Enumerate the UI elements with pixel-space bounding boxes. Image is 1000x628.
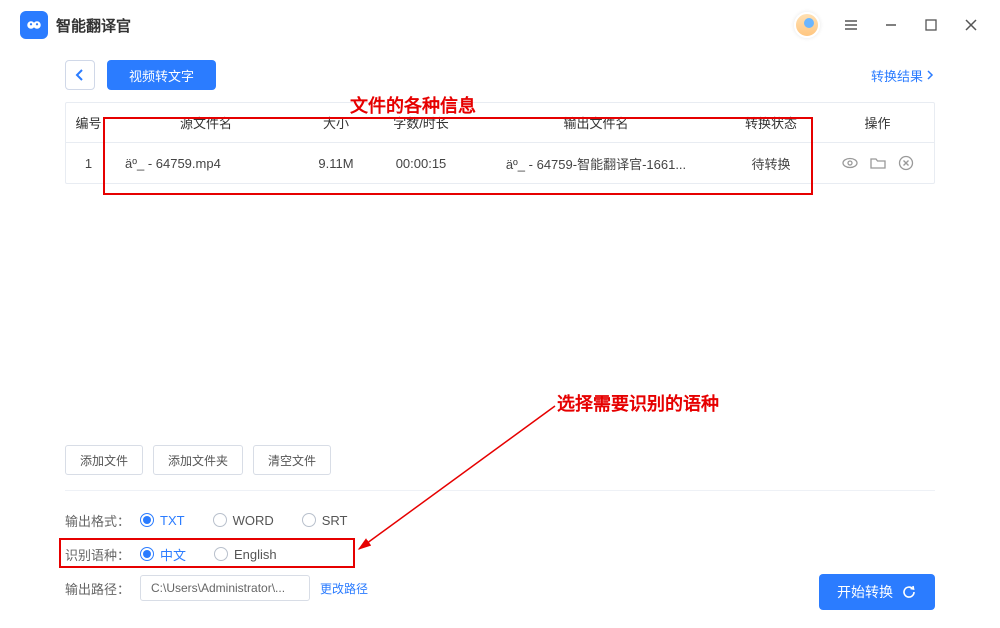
lang-label: 识别语种： — [65, 545, 140, 564]
cell-index: 1 — [66, 156, 111, 171]
language-row: 识别语种： 中文 English — [65, 537, 935, 571]
format-word-radio[interactable]: WORD — [213, 513, 274, 528]
preview-icon[interactable] — [841, 154, 859, 172]
th-index: 编号 — [66, 113, 111, 132]
back-button[interactable] — [65, 60, 95, 90]
th-output: 输出文件名 — [471, 113, 721, 132]
annotation-select-lang: 选择需要识别的语种 — [557, 390, 719, 416]
file-table: 编号 源文件名 大小 字数/时长 输出文件名 转换状态 操作 1 äº_ - 6… — [65, 102, 935, 184]
add-file-button[interactable]: 添加文件 — [65, 445, 143, 475]
menu-icon[interactable] — [842, 16, 860, 34]
table-header: 编号 源文件名 大小 字数/时长 输出文件名 转换状态 操作 — [66, 103, 934, 143]
cell-output: äº_ - 64759-智能翻译官-1661... — [471, 154, 721, 173]
results-link[interactable]: 转换结果 — [871, 66, 935, 85]
start-label: 开始转换 — [837, 582, 893, 602]
add-folder-button[interactable]: 添加文件夹 — [153, 445, 243, 475]
app-logo — [20, 11, 48, 39]
th-source: 源文件名 — [111, 113, 301, 132]
path-display[interactable]: C:\Users\Administrator\... — [140, 575, 310, 601]
start-convert-button[interactable]: 开始转换 — [819, 574, 935, 610]
divider — [65, 490, 935, 491]
refresh-icon — [901, 584, 917, 600]
mode-button[interactable]: 视频转文字 — [107, 60, 216, 90]
cell-duration: 00:00:15 — [371, 156, 471, 171]
cell-status: 待转换 — [721, 154, 821, 173]
format-label: 输出格式： — [65, 511, 140, 530]
cell-source: äº_ - 64759.mp4 — [111, 156, 301, 171]
change-path-link[interactable]: 更改路径 — [320, 580, 368, 597]
close-icon[interactable] — [962, 16, 980, 34]
user-avatar[interactable] — [794, 12, 820, 38]
clear-files-button[interactable]: 清空文件 — [253, 445, 331, 475]
minimize-icon[interactable] — [882, 16, 900, 34]
lang-english-radio[interactable]: English — [214, 547, 277, 562]
app-title: 智能翻译官 — [56, 15, 131, 36]
th-status: 转换状态 — [721, 113, 821, 132]
annotation-file-info: 文件的各种信息 — [350, 92, 476, 118]
cell-ops — [821, 154, 934, 172]
maximize-icon[interactable] — [922, 16, 940, 34]
output-path-row: 输出路径： C:\Users\Administrator\... 更改路径 — [65, 571, 935, 605]
table-row: 1 äº_ - 64759.mp4 9.11M 00:00:15 äº_ - 6… — [66, 143, 934, 183]
path-label: 输出路径： — [65, 579, 140, 598]
format-txt-radio[interactable]: TXT — [140, 513, 185, 528]
th-ops: 操作 — [821, 113, 934, 132]
format-srt-radio[interactable]: SRT — [302, 513, 348, 528]
delete-icon[interactable] — [897, 154, 915, 172]
lang-chinese-radio[interactable]: 中文 — [140, 545, 186, 564]
folder-icon[interactable] — [869, 154, 887, 172]
results-label: 转换结果 — [871, 66, 923, 85]
cell-size: 9.11M — [301, 156, 371, 171]
output-format-row: 输出格式： TXT WORD SRT — [65, 503, 935, 537]
